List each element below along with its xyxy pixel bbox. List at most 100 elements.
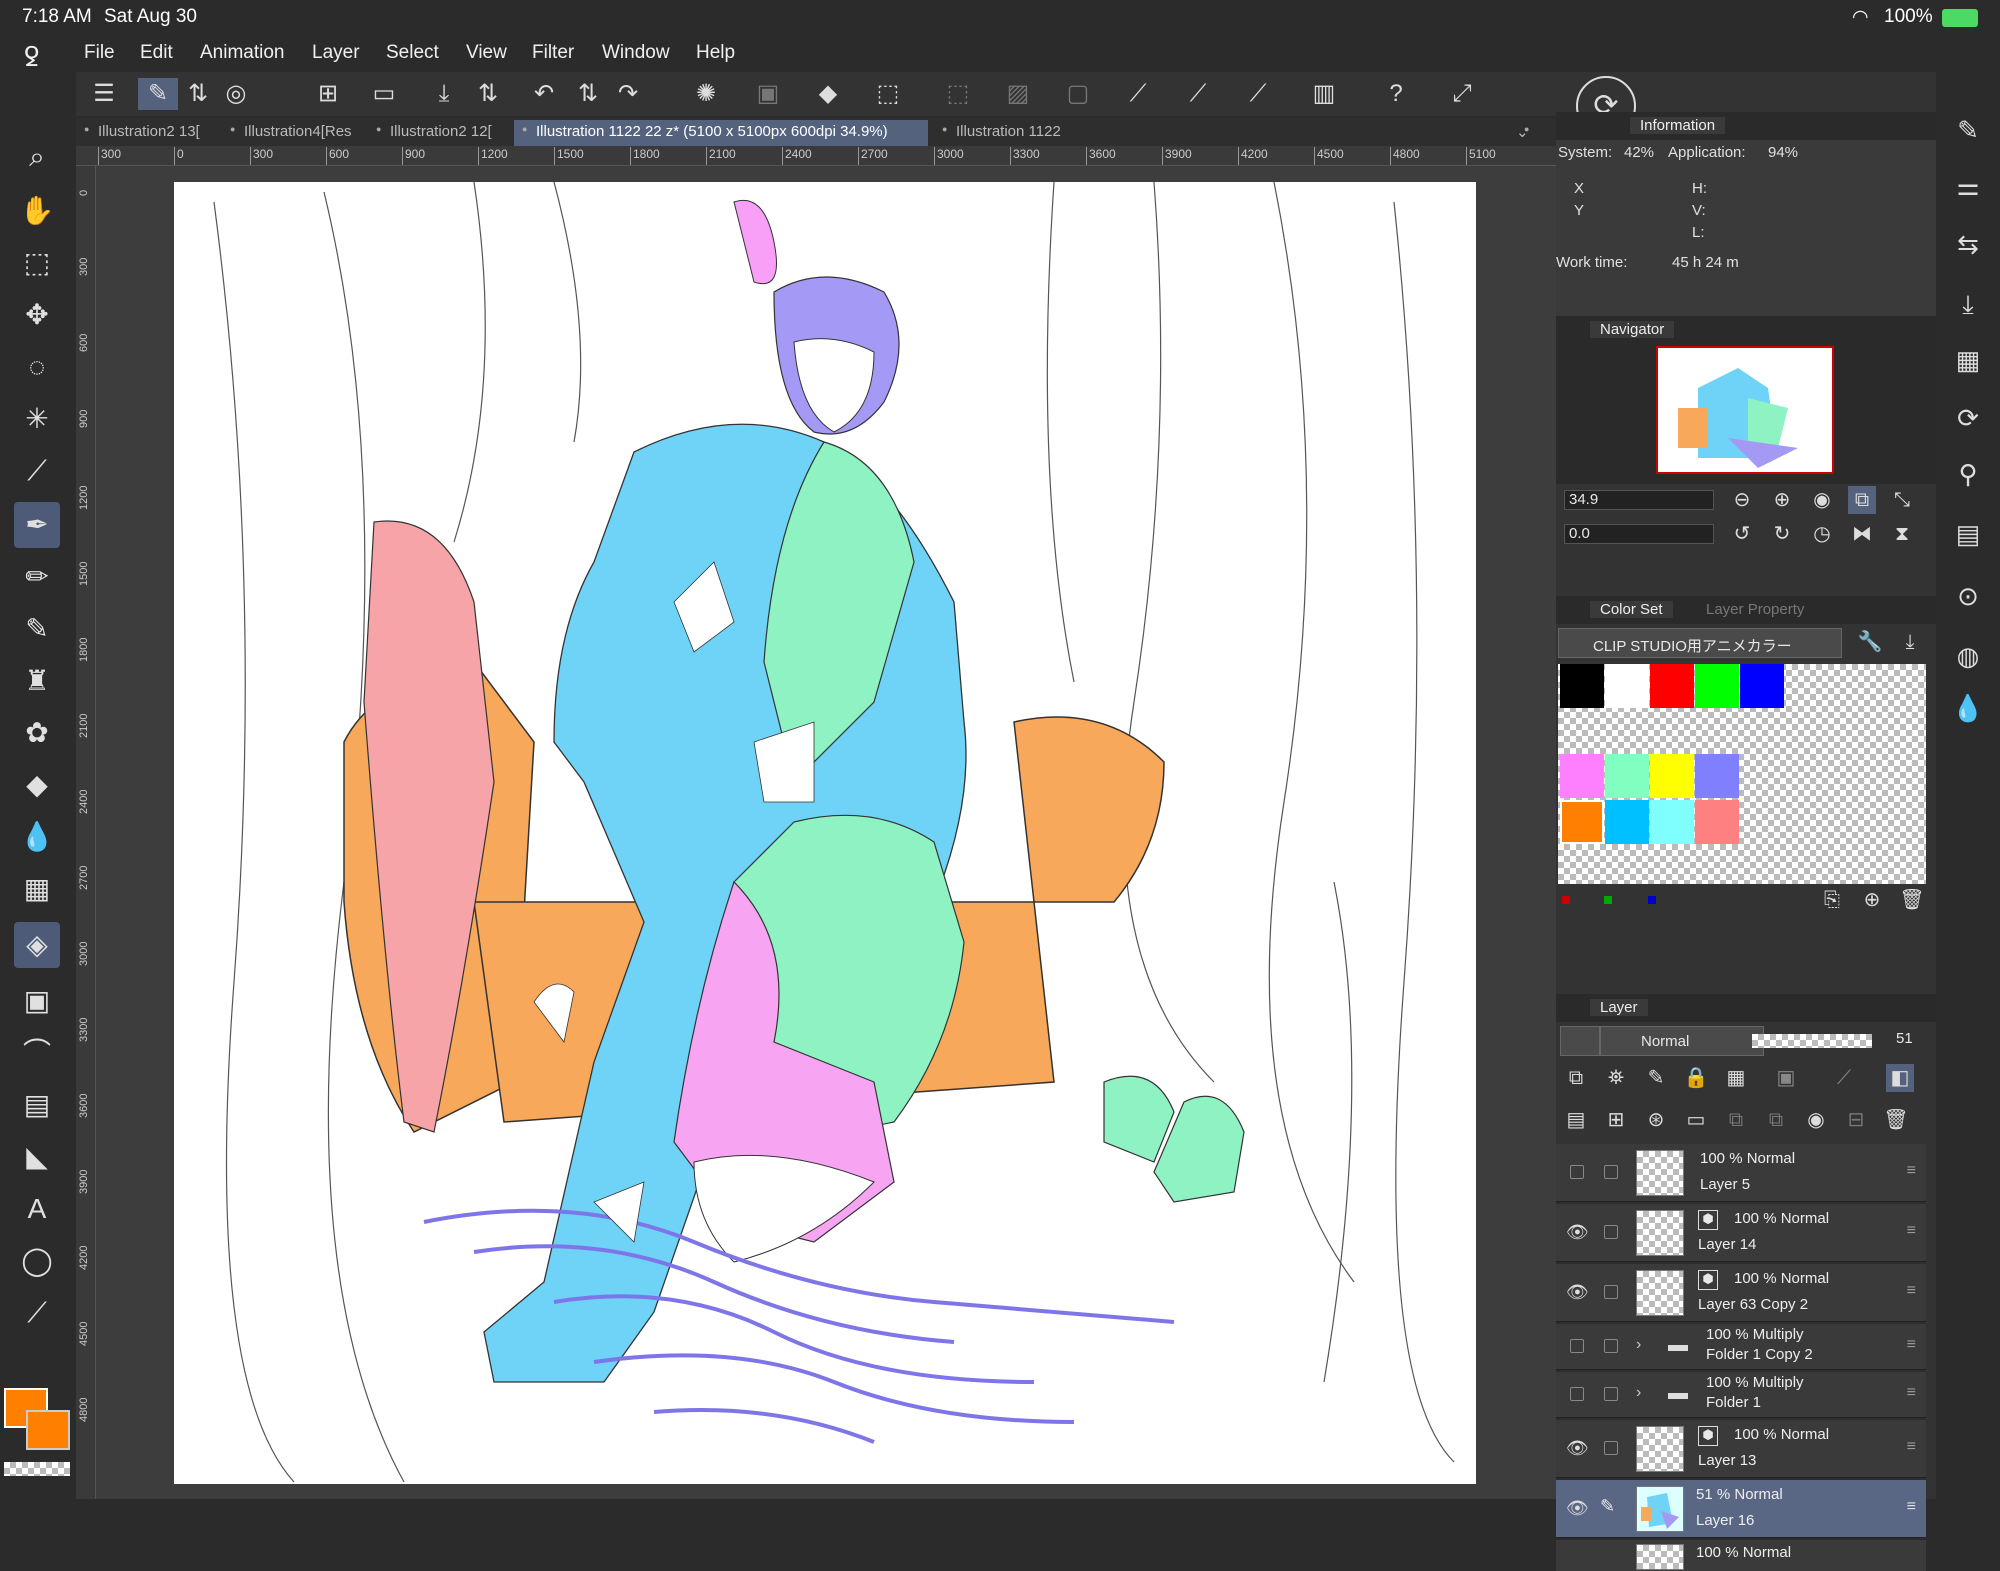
edit-toggle[interactable] <box>1604 1387 1618 1401</box>
colorset-dropdown[interactable]: CLIP STUDIO用アニメカラー <box>1558 628 1842 658</box>
menu-edit[interactable]: Edit <box>140 42 173 64</box>
swatch-cyan[interactable] <box>1650 800 1694 844</box>
hamburger-menu-icon[interactable]: ☰ <box>88 78 120 110</box>
drag-handle-icon[interactable]: ≡ <box>1907 1384 1916 1402</box>
tab-document-2[interactable]: Illustration4[Res <box>222 120 362 146</box>
drag-handle-icon[interactable]: ≡ <box>1907 1336 1916 1354</box>
merge-layer-icon[interactable]: ⧉ <box>1762 1106 1790 1134</box>
eye-icon[interactable]: 👁 <box>1566 1438 1589 1459</box>
menu-layer[interactable]: Layer <box>312 42 360 64</box>
clip-layer-icon[interactable]: ⧉ <box>1562 1064 1590 1092</box>
swatch-mint[interactable] <box>1605 754 1649 798</box>
tab-color-set[interactable]: Color Set <box>1590 601 1673 618</box>
swatch-black[interactable] <box>1560 664 1604 708</box>
app-logo-icon[interactable]: ꝿ <box>24 38 39 74</box>
color-wheel-icon[interactable]: ◍ <box>1950 638 1986 674</box>
search-icon[interactable]: ⊙ <box>1950 578 1986 614</box>
eyedropper-icon[interactable]: ⟋ <box>14 448 60 494</box>
correct-line-tool-icon[interactable]: ⟋ <box>14 1290 60 1336</box>
edit-toggle[interactable] <box>1604 1225 1618 1239</box>
swatch-yellow[interactable] <box>1650 754 1694 798</box>
transform-icon[interactable]: ⬚ <box>872 78 904 110</box>
search-layer-icon[interactable]: ⚲ <box>1950 456 1986 492</box>
ruler-tool-icon[interactable]: ◣ <box>14 1134 60 1180</box>
new-folder-icon[interactable]: ▭ <box>1682 1106 1710 1134</box>
import-icon[interactable]: ⤓ <box>1950 286 1986 322</box>
rotate-right-icon[interactable]: ↻ <box>1768 520 1796 548</box>
tab-document-5[interactable]: Illustration 1122 <box>934 120 1074 146</box>
rotation-slider[interactable]: 0.0 <box>1564 524 1714 544</box>
save-stepper-icon[interactable]: ⇅ <box>472 78 504 110</box>
apply-mask-icon[interactable]: ⊟ <box>1842 1106 1870 1134</box>
sub-tool-icon[interactable]: ⇆ <box>1950 226 1986 262</box>
eye-icon[interactable]: 👁 <box>1566 1498 1589 1519</box>
swatch-green[interactable] <box>1695 664 1739 708</box>
text-tool-icon[interactable]: A <box>14 1186 60 1232</box>
expand-chevron-icon[interactable]: › <box>1636 1384 1641 1402</box>
airbrush-tool-icon[interactable]: ♜ <box>14 658 60 704</box>
edit-mode-icon[interactable]: ✎ <box>138 78 178 110</box>
flip-horizontal-icon[interactable]: ⧓ <box>1848 520 1876 548</box>
folder-row[interactable]: › ▬ 100 % Multiply Folder 1 ≡ <box>1556 1372 1926 1418</box>
menu-window[interactable]: Window <box>602 42 670 64</box>
keypad-icon[interactable]: ▥ <box>1308 78 1340 110</box>
menu-file[interactable]: File <box>84 42 115 64</box>
deselect-icon[interactable]: ⬚ <box>942 78 974 110</box>
flip-vertical-icon[interactable]: ⧗ <box>1888 520 1916 548</box>
tab-layer[interactable]: Layer <box>1590 999 1648 1016</box>
swatch-pink[interactable] <box>1560 754 1604 798</box>
visibility-toggle[interactable] <box>1570 1339 1584 1353</box>
transfer-layer-icon[interactable]: ⧉ <box>1722 1106 1750 1134</box>
delete-layer-icon[interactable]: 🗑 <box>1882 1106 1910 1134</box>
record-icon[interactable]: ◎ <box>220 78 252 110</box>
draft-layer-icon[interactable]: ✎ <box>1642 1064 1670 1092</box>
lock-transparency-icon[interactable]: ▦ <box>1722 1064 1750 1092</box>
menu-help[interactable]: Help <box>696 42 735 64</box>
new-raster-layer-icon[interactable]: ⊞ <box>1602 1106 1630 1134</box>
layer-row-selected[interactable]: 👁 ✎ 51 % Normal Layer 16 ≡ <box>1556 1480 1926 1538</box>
layer-row[interactable]: 100 % Normal Layer 5 ≡ <box>1556 1144 1926 1202</box>
colorset-import-icon[interactable]: ⤓ <box>1896 628 1924 656</box>
drag-handle-icon[interactable]: ≡ <box>1907 1282 1916 1300</box>
fill-tool-icon[interactable]: ▦ <box>14 866 60 912</box>
zoom-in-icon[interactable]: ⊕ <box>1768 486 1796 514</box>
tab-document-active[interactable]: Illustration 1122 22 z* (5100 x 5100px 6… <box>514 120 928 146</box>
menu-view[interactable]: View <box>466 42 507 64</box>
fullscreen-icon[interactable]: ⤢ <box>1446 78 1478 110</box>
ruler-layer-icon[interactable]: ⟋ <box>1830 1064 1858 1092</box>
reset-rotation-icon[interactable]: ◷ <box>1808 520 1836 548</box>
brush-tool-icon[interactable]: ✎ <box>14 606 60 652</box>
lock-layer-icon[interactable]: 🔒 <box>1682 1064 1710 1092</box>
zoom-slider[interactable]: 34.9 <box>1564 490 1714 510</box>
add-color-icon[interactable]: ⊕ <box>1858 886 1886 914</box>
drag-handle-icon[interactable]: ≡ <box>1907 1438 1916 1456</box>
opacity-value[interactable]: 51 <box>1896 1030 1913 1047</box>
clear-icon[interactable]: ▣ <box>752 78 784 110</box>
blend-mode-dropdown[interactable]: Normal <box>1600 1026 1764 1056</box>
zoom-tool-icon[interactable]: ⌕ <box>14 134 60 180</box>
transparent-color-swatch[interactable] <box>4 1462 70 1476</box>
menu-select[interactable]: Select <box>386 42 439 64</box>
figure-tool-icon[interactable]: ⌒ <box>14 1030 60 1076</box>
pen-tool-icon[interactable]: ✒ <box>14 502 60 548</box>
swatch-sky[interactable] <box>1605 800 1649 844</box>
expand-selection-icon[interactable]: ▢ <box>1062 78 1094 110</box>
tab-document-1[interactable]: Illustration2 13[ <box>76 120 216 146</box>
fit-to-navigator-icon[interactable]: ⤡ <box>1888 486 1916 514</box>
save-icon[interactable]: ⤓ <box>428 78 460 110</box>
swatch-periwinkle[interactable] <box>1695 754 1739 798</box>
lasso-tool-icon[interactable]: ◌ <box>14 344 60 390</box>
fit-to-window-icon[interactable]: ⧉ <box>1848 486 1876 514</box>
colorset-settings-icon[interactable]: 🔧 <box>1856 628 1884 656</box>
visibility-toggle[interactable] <box>1570 1387 1584 1401</box>
visibility-toggle[interactable] <box>1570 1165 1584 1179</box>
swatch-blue[interactable] <box>1740 664 1784 708</box>
layer-color-icon[interactable]: ◧ <box>1886 1064 1914 1092</box>
layer-list-icon[interactable]: ▤ <box>1562 1106 1590 1134</box>
tab-layer-property[interactable]: Layer Property <box>1706 601 1804 618</box>
layer-row[interactable]: 👁 ⬢ 100 % Normal Layer 63 Copy 2 ≡ <box>1556 1264 1926 1322</box>
operation-tool-icon[interactable]: ⬚ <box>14 240 60 286</box>
edit-toggle[interactable] <box>1604 1165 1618 1179</box>
balloon-tool-icon[interactable]: ◯ <box>14 1238 60 1284</box>
loading-spinner-icon[interactable]: ✺ <box>690 78 722 110</box>
